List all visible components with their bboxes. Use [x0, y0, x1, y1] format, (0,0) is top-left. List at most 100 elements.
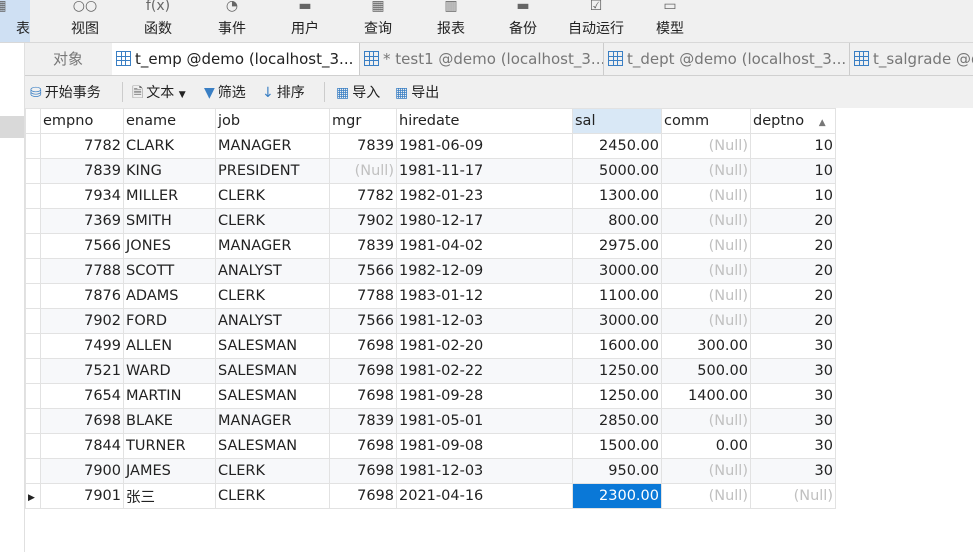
table-row[interactable]: 7844 TURNER SALESMAN 7698 1981-09-08 1500.00 0…: [25, 433, 836, 459]
row-selector[interactable]: [25, 208, 41, 234]
cell-empno[interactable]: 7839: [40, 158, 124, 184]
cell-deptno[interactable]: 20: [750, 283, 836, 309]
table-row[interactable]: 7521 WARD SALESMAN 7698 1981-02-22 1250.00 500…: [25, 358, 836, 384]
cell-ename[interactable]: JONES: [123, 233, 216, 259]
cell-ename[interactable]: MARTIN: [123, 383, 216, 409]
cell-ename[interactable]: 张三: [123, 483, 216, 509]
cell-hiredate[interactable]: 1981-09-28: [396, 383, 573, 409]
cell-ename[interactable]: KING: [123, 158, 216, 184]
cell-ename[interactable]: TURNER: [123, 433, 216, 459]
cell-deptno[interactable]: 30: [750, 358, 836, 384]
cell-sal[interactable]: 5000.00: [572, 158, 662, 184]
cell-deptno[interactable]: 30: [750, 408, 836, 434]
cell-deptno[interactable]: 30: [750, 433, 836, 459]
cell-comm[interactable]: (Null): [661, 408, 751, 434]
cell-ename[interactable]: ADAMS: [123, 283, 216, 309]
cell-hiredate[interactable]: 1981-05-01: [396, 408, 573, 434]
cell-ename[interactable]: JAMES: [123, 458, 216, 484]
toolbar-view-button[interactable]: ○○ 视图: [55, 0, 115, 42]
cell-mgr[interactable]: 7566: [329, 308, 397, 334]
cell-hiredate[interactable]: 1981-06-09: [396, 133, 573, 159]
row-selector[interactable]: [25, 408, 41, 434]
cell-mgr[interactable]: 7839: [329, 133, 397, 159]
row-selector[interactable]: [25, 258, 41, 284]
cell-comm[interactable]: (Null): [661, 233, 751, 259]
cell-comm[interactable]: (Null): [661, 133, 751, 159]
cell-sal[interactable]: 3000.00: [572, 258, 662, 284]
cell-mgr[interactable]: 7902: [329, 208, 397, 234]
column-header-job[interactable]: job: [215, 108, 330, 134]
cell-comm[interactable]: (Null): [661, 458, 751, 484]
cell-sal[interactable]: 2450.00: [572, 133, 662, 159]
cell-comm[interactable]: 1400.00: [661, 383, 751, 409]
cell-empno[interactable]: 7844: [40, 433, 124, 459]
cell-deptno[interactable]: 20: [750, 308, 836, 334]
cell-job[interactable]: CLERK: [215, 183, 330, 209]
cell-hiredate[interactable]: 1981-12-03: [396, 458, 573, 484]
cell-mgr[interactable]: 7698: [329, 483, 397, 509]
row-selector[interactable]: [25, 308, 41, 334]
row-selector[interactable]: [25, 458, 41, 484]
cell-mgr[interactable]: 7698: [329, 458, 397, 484]
toolbar-event-button[interactable]: ◔ 事件: [202, 0, 262, 42]
tab-3[interactable]: t_dept @demo (localhost_3...: [604, 43, 850, 75]
cell-deptno[interactable]: 20: [750, 258, 836, 284]
cell-hiredate[interactable]: 1980-12-17: [396, 208, 573, 234]
cell-mgr[interactable]: 7782: [329, 183, 397, 209]
row-selector[interactable]: [25, 383, 41, 409]
row-selector[interactable]: [25, 183, 41, 209]
table-row[interactable]: ▶ 7901 张三 CLERK 7698 2021-04-16 2300.00 (Null)(…: [25, 483, 836, 509]
cell-hiredate[interactable]: 1981-09-08: [396, 433, 573, 459]
cell-comm[interactable]: (Null): [661, 183, 751, 209]
cell-empno[interactable]: 7698: [40, 408, 124, 434]
cell-hiredate[interactable]: 1983-01-12: [396, 283, 573, 309]
cell-ename[interactable]: MILLER: [123, 183, 216, 209]
column-header-comm[interactable]: comm: [661, 108, 751, 134]
toolbar-query-button[interactable]: ▦ 查询: [348, 0, 408, 42]
text-button[interactable]: 🗎 文本 ▼: [132, 82, 186, 106]
cell-sal[interactable]: 1500.00: [572, 433, 662, 459]
table-row[interactable]: 7902 FORD ANALYST 7566 1981-12-03 3000.00 (Nul…: [25, 308, 836, 334]
table-row[interactable]: 7698 BLAKE MANAGER 7839 1981-05-01 2850.00 (Nu…: [25, 408, 836, 434]
cell-empno[interactable]: 7654: [40, 383, 124, 409]
table-row[interactable]: 7839 KING PRESIDENT (Null) 1981-11-17 5000.00…: [25, 158, 836, 184]
cell-sal[interactable]: 2300.00: [572, 483, 662, 509]
cell-hiredate[interactable]: 1981-12-03: [396, 308, 573, 334]
row-selector[interactable]: ▶: [25, 483, 41, 509]
cell-mgr[interactable]: 7566: [329, 258, 397, 284]
cell-deptno[interactable]: 30: [750, 333, 836, 359]
cell-job[interactable]: MANAGER: [215, 408, 330, 434]
import-button[interactable]: ▦ 导入: [336, 82, 380, 102]
row-selector[interactable]: [25, 233, 41, 259]
cell-job[interactable]: SALESMAN: [215, 433, 330, 459]
cell-job[interactable]: SALESMAN: [215, 383, 330, 409]
cell-ename[interactable]: CLARK: [123, 133, 216, 159]
table-row[interactable]: 7782 CLARK MANAGER 7839 1981-06-09 2450.00 (Nu…: [25, 133, 836, 159]
cell-comm[interactable]: (Null): [661, 158, 751, 184]
toolbar-table-button[interactable]: ▦表: [0, 0, 30, 42]
cell-ename[interactable]: SCOTT: [123, 258, 216, 284]
row-selector[interactable]: [25, 283, 41, 309]
row-selector[interactable]: [25, 158, 41, 184]
cell-hiredate[interactable]: 1982-01-23: [396, 183, 573, 209]
cell-comm[interactable]: (Null): [661, 308, 751, 334]
cell-deptno[interactable]: 10: [750, 133, 836, 159]
cell-job[interactable]: MANAGER: [215, 133, 330, 159]
cell-empno[interactable]: 7900: [40, 458, 124, 484]
cell-sal[interactable]: 1250.00: [572, 358, 662, 384]
cell-job[interactable]: ANALYST: [215, 258, 330, 284]
row-selector[interactable]: [25, 333, 41, 359]
cell-comm[interactable]: (Null): [661, 483, 751, 509]
cell-sal[interactable]: 1250.00: [572, 383, 662, 409]
cell-empno[interactable]: 7902: [40, 308, 124, 334]
cell-ename[interactable]: BLAKE: [123, 408, 216, 434]
selected-object[interactable]: [0, 116, 24, 138]
cell-comm[interactable]: (Null): [661, 208, 751, 234]
cell-mgr[interactable]: 7788: [329, 283, 397, 309]
cell-mgr[interactable]: 7839: [329, 233, 397, 259]
cell-mgr[interactable]: 7698: [329, 383, 397, 409]
row-selector[interactable]: [25, 133, 41, 159]
cell-empno[interactable]: 7934: [40, 183, 124, 209]
cell-sal[interactable]: 1100.00: [572, 283, 662, 309]
cell-mgr[interactable]: 7839: [329, 408, 397, 434]
